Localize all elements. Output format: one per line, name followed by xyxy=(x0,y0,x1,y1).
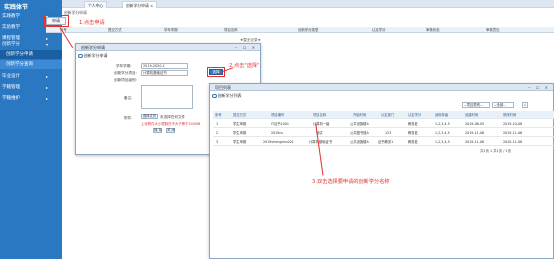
annotation-step1: 1.点击申请 xyxy=(79,20,105,26)
table-cell: 2019shengchu001 xyxy=(263,140,294,144)
category-filter[interactable]: --项目类别-- xyxy=(462,102,490,108)
chevron-right-icon: ▸ xyxy=(45,85,48,90)
table-cell: 公共设施楼A xyxy=(350,140,369,144)
table-cell: 2 xyxy=(216,131,219,135)
column-header: 项目名称 xyxy=(313,113,327,117)
table-cell: 2019-10-08 xyxy=(503,122,523,126)
level-label: 创新项目级别: xyxy=(114,78,137,82)
table-cell: 2019-06-05 xyxy=(465,122,485,126)
column-header: 学年学期 xyxy=(164,28,178,32)
close-button[interactable]: 关 闭 xyxy=(166,128,175,133)
grade-filter[interactable]: --全部-- xyxy=(492,102,514,108)
table-cell: 教务处 xyxy=(408,140,418,144)
table-cell: 公共图书馆A xyxy=(350,131,369,135)
table-cell: 2019cs xyxy=(271,131,283,135)
file-status: 未选择任何文件 xyxy=(160,115,186,119)
table-cell: 1,2,3,4,5 xyxy=(435,140,450,144)
table-row[interactable]: 3 学生申报 2019shengchu001 计算机基础证书 公共设施楼A 证书… xyxy=(213,138,554,146)
table-cell: 教务处 xyxy=(408,131,418,135)
sidebar-item-innovation[interactable]: 创新学分 ▾ xyxy=(0,40,62,49)
credit-label: 创新学分项目: xyxy=(114,71,137,75)
column-header: 认定学分 xyxy=(408,113,422,117)
column-header: 序号 xyxy=(215,113,222,117)
dialog-subtitle: 创新学分列表 xyxy=(212,93,242,99)
sidebar-item-maintain[interactable]: 学籍维护 ▸ xyxy=(0,94,62,103)
choose-file-button[interactable]: 选择文件 xyxy=(141,114,158,119)
table-cell: 1,2,3,4,5 xyxy=(435,131,450,135)
apply-highlight-box xyxy=(44,15,69,27)
column-header: 项目编号 xyxy=(271,113,285,117)
tab-personal-center[interactable]: 个人中心 xyxy=(84,1,108,8)
main-table-header: 序号 提交方式 学年学期 项目名称 创新学分类型 认定学分 审核状态 审核意见 xyxy=(46,27,554,33)
tab-innovation-apply[interactable]: 创新学分申请 × xyxy=(122,1,158,8)
annotation-step3: 3.双击选择要申请的创新学分名称 xyxy=(312,179,390,185)
column-header: 修改时间 xyxy=(503,113,517,117)
table-cell: 学生申报 xyxy=(233,131,247,135)
table-cell: 2019-11-08 xyxy=(465,140,485,144)
table-cell: 2019-11-06 xyxy=(503,131,523,135)
dialog-subtitle: 创新学分申请 xyxy=(78,53,108,59)
chevron-right-icon: ▸ xyxy=(45,74,48,79)
column-header: 创新学分类型 xyxy=(298,28,319,32)
list-icon xyxy=(212,93,217,99)
sidebar-item-innovation-query[interactable]: 创新学分查询 xyxy=(0,60,62,69)
save-button[interactable]: 保 存 xyxy=(153,128,162,133)
column-header: 开始时间 xyxy=(353,113,367,117)
project-list-dialog: 项目列表 ‒ ☐ ✕ 创新学分列表 --项目类别-- --全部-- ⌕ 序号 提… xyxy=(209,83,554,259)
sidebar-item-status[interactable]: 学籍管理 ▸ xyxy=(0,83,62,92)
table-row[interactable]: 2 学生申报 2019cs 测试 公共图书馆A 123 教务处 1,2,3,4,… xyxy=(213,129,554,137)
column-header: 审核状态 xyxy=(426,28,440,32)
table-cell: 1,2,3,4,5 xyxy=(435,122,450,126)
chevron-down-icon: ▾ xyxy=(45,42,48,47)
table-cell: 计算机基础证书 xyxy=(309,140,333,144)
upload-limit-note: 上传附件大小限制在不大于等于200MB xyxy=(141,122,201,126)
column-header: 认定学分 xyxy=(372,28,386,32)
search-icon[interactable]: ⌕ xyxy=(522,102,528,108)
table-cell: 学生申报 xyxy=(233,140,247,144)
pagination[interactable]: 共1页 1 共1页 / 1页 xyxy=(480,148,511,153)
table-cell: 证书教务1 xyxy=(378,140,394,144)
chevron-right-icon: ▸ xyxy=(45,96,48,101)
table-cell: 123 xyxy=(385,131,392,135)
column-header: 提交方式 xyxy=(233,113,247,117)
column-header: 提交方式 xyxy=(108,28,122,32)
column-header: 创建时间 xyxy=(465,113,479,117)
window-controls[interactable]: ‒ ☐ ✕ xyxy=(528,84,550,91)
term-label: 学年学期: xyxy=(116,64,132,68)
table-cell: 3 xyxy=(216,140,219,144)
sidebar: 实践体节 实践教学▾ 实验教学▸ 课程管理▸ 创新学分▾ 创新学分申请 创新学分… xyxy=(0,0,62,259)
column-header: 适用年级 xyxy=(435,113,449,117)
table-row[interactable]: 1 学生申报 IT证书1001 计算机一级 公共设施楼A 教务处 1,2,3,4… xyxy=(213,120,554,128)
table-cell: IT证书1001 xyxy=(271,122,289,126)
column-header: 审核意见 xyxy=(486,28,500,32)
sidebar-item-innovation-apply[interactable]: 创新学分申请 xyxy=(0,50,62,59)
table-cell: 2020-11-08 xyxy=(503,140,523,144)
dialog-title: 项目列表 xyxy=(210,84,553,91)
column-header: 项目名称 xyxy=(224,28,238,32)
credit-project-field[interactable]: 计算机基础证书 xyxy=(141,70,188,76)
table-cell: 1 xyxy=(216,122,219,126)
term-select[interactable]: 2019-2020-1 xyxy=(141,63,188,69)
app-logo: 实践体节 xyxy=(4,4,29,11)
table-cell: 2019-11-06 xyxy=(465,131,485,135)
column-header: 认定部门 xyxy=(381,113,395,117)
remark-label: 备注: xyxy=(124,96,133,100)
table-cell: 教务处 xyxy=(408,122,418,126)
remark-textarea[interactable] xyxy=(141,85,193,109)
table-cell: 学生申报 xyxy=(233,122,247,126)
tab-bar: 个人中心 创新学分申请 × xyxy=(62,0,554,8)
sidebar-item-thesis[interactable]: 毕业设计 ▸ xyxy=(0,72,62,81)
form-icon xyxy=(78,53,83,59)
dialog-title: 创新学分申请 xyxy=(76,44,260,51)
table-cell: 公共设施楼A xyxy=(350,122,369,126)
window-controls[interactable]: ‒ ☐ ✕ xyxy=(235,44,257,51)
table-header-row: 序号 提交方式 项目编号 项目名称 开始时间 认定部门 认定学分 适用年级 创建… xyxy=(213,111,554,119)
attach-label: 附件: xyxy=(124,116,133,120)
